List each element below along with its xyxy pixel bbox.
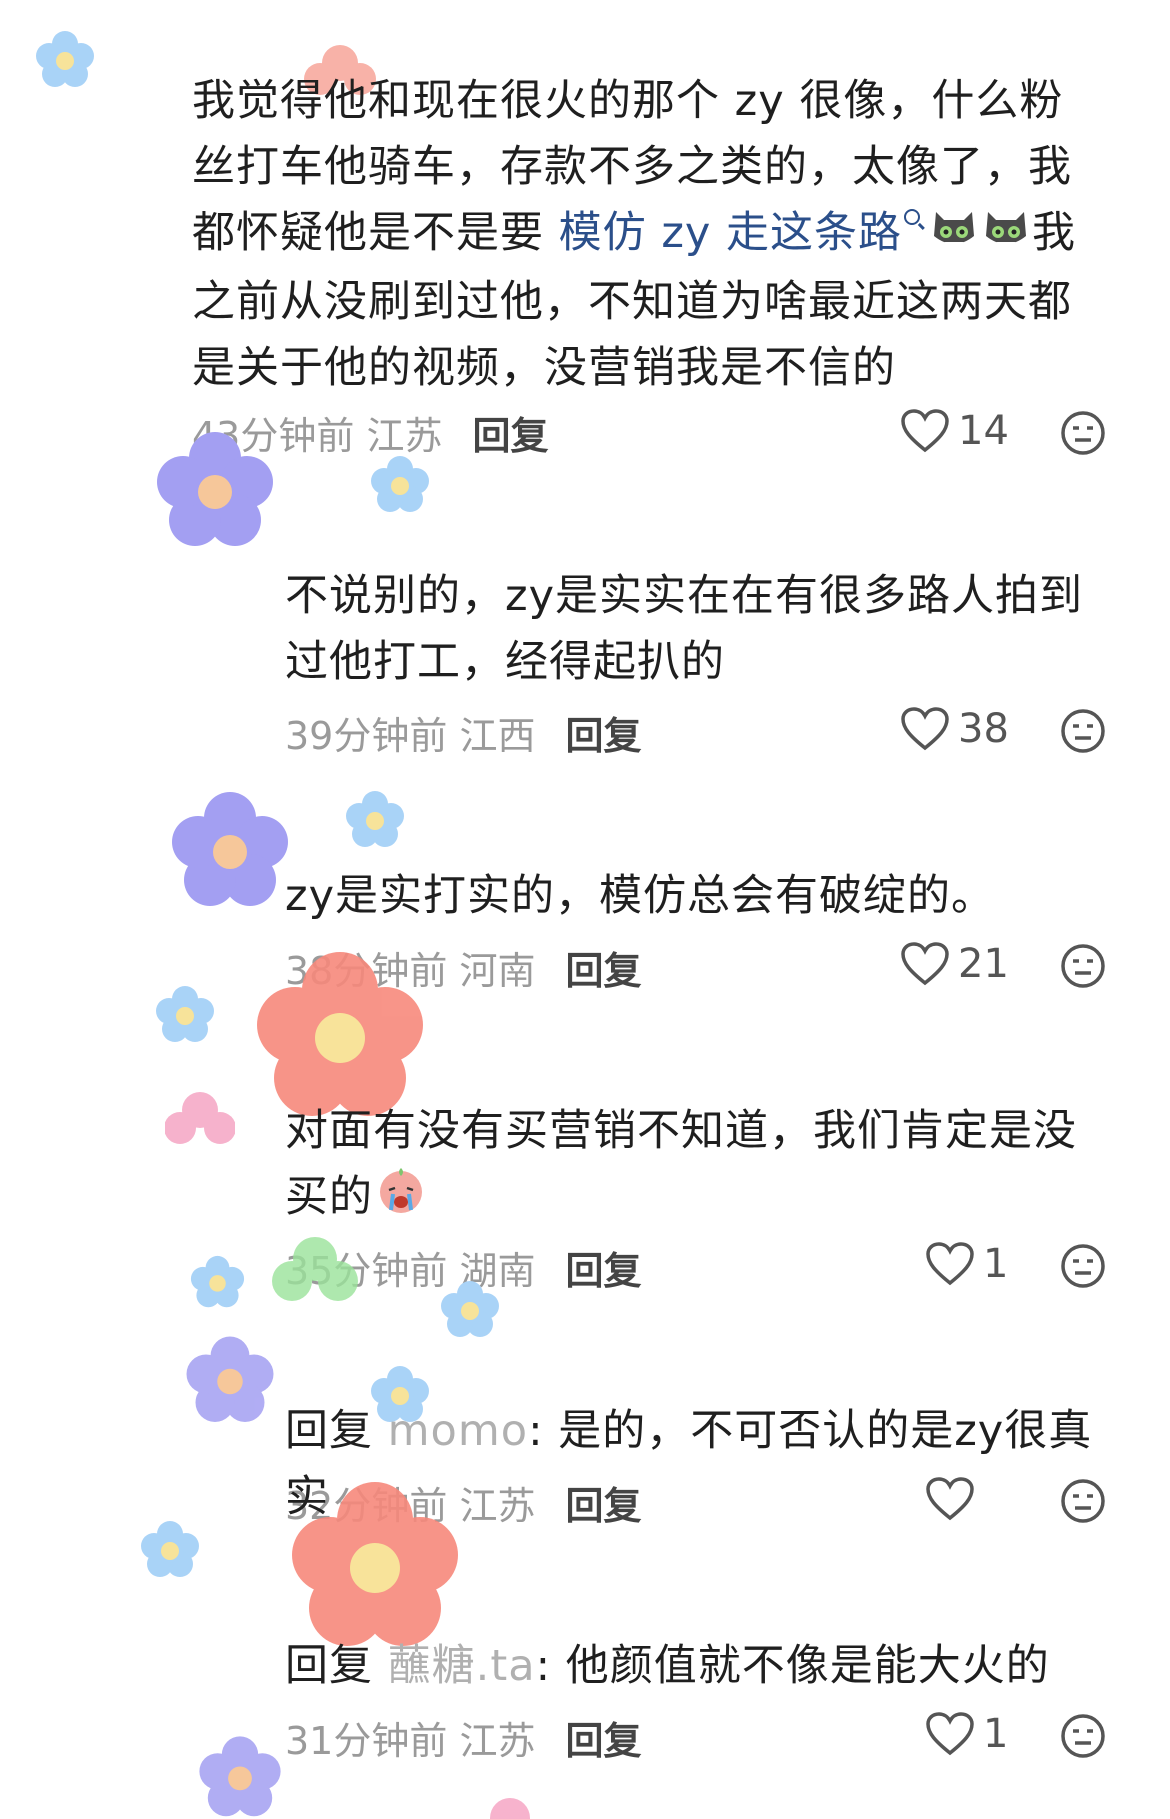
- dislike-face-icon[interactable]: [1060, 1243, 1106, 1289]
- dislike-face-icon[interactable]: [1060, 410, 1106, 456]
- comment-meta: 43分钟前 江苏 回复: [192, 405, 548, 460]
- like-button[interactable]: 1: [925, 1711, 1008, 1757]
- like-button[interactable]: 1: [925, 1241, 1008, 1287]
- like-count: 1: [983, 1711, 1009, 1757]
- comment-item: 对面有没有买营销不知道，我们肯定是没买的: [285, 1098, 1105, 1235]
- flower-sticker-purple: [186, 1336, 274, 1422]
- flower-sticker-blue: [156, 986, 214, 1042]
- reply-button[interactable]: 回复: [565, 1240, 641, 1295]
- heart-icon: [926, 1242, 974, 1286]
- comment-text: zy是实打实的，模仿总会有破绽的。: [285, 871, 996, 921]
- comment-meta: 39分钟前 江西 回复: [285, 705, 641, 760]
- comment-item: zy是实打实的，模仿总会有破绽的。: [285, 863, 1105, 929]
- heart-icon: [901, 942, 949, 986]
- cat-face-emoji: [930, 203, 978, 269]
- like-count: 14: [958, 408, 1009, 454]
- flower-sticker-blue: [141, 1521, 199, 1577]
- flower-sticker-blue: [190, 1255, 245, 1308]
- reply-button[interactable]: 回复: [472, 405, 548, 460]
- flower-sticker-purple: [172, 792, 288, 906]
- comment-meta: 35分钟前 湖南 回复: [285, 1240, 641, 1295]
- heart-icon: [901, 409, 949, 453]
- comment-time: 38分钟前: [285, 949, 448, 993]
- comment-text: 不说别的，zy是实实在在有很多路人拍到过他打工，经得起扒的: [285, 571, 1084, 687]
- comment-item: 我觉得他和现在很火的那个 zy 很像，什么粉丝打车他骑车，存款不多之类的，太像了…: [192, 68, 1102, 401]
- comment-text: 回复 momo: 是的，不可否认的是zy很真实: [285, 1406, 1093, 1522]
- comment-meta: 38分钟前 河南 回复: [285, 940, 641, 995]
- heart-icon: [901, 707, 949, 751]
- mention-username[interactable]: momo: [388, 1406, 528, 1456]
- like-button[interactable]: 21: [900, 941, 1009, 987]
- comment-time: 31分钟前: [285, 1719, 448, 1763]
- comment-location: 江苏: [459, 1719, 536, 1763]
- comment-text: 我觉得他和现在很火的那个 zy 很像，什么粉丝打车他骑车，存款不多之类的，太像了…: [192, 76, 1077, 393]
- reply-button[interactable]: 回复: [565, 940, 641, 995]
- comment-text: 对面有没有买营销不知道，我们肯定是没买的: [285, 1098, 1105, 1235]
- heart-icon: [926, 1712, 974, 1756]
- comment-location: 湖南: [459, 1249, 536, 1293]
- crying-face-emoji: [375, 1164, 427, 1235]
- search-link[interactable]: 模仿 zy 走这条路: [559, 208, 902, 258]
- dislike-face-icon[interactable]: [1060, 708, 1106, 754]
- mention-username[interactable]: 蘸糖.ta: [388, 1641, 536, 1691]
- like-count: 21: [958, 941, 1009, 987]
- comment-item: 不说别的，zy是实实在在有很多路人拍到过他打工，经得起扒的: [285, 563, 1105, 695]
- comment-time: 39分钟前: [285, 714, 448, 758]
- reply-button[interactable]: 回复: [565, 705, 641, 760]
- comment-item: 回复 momo: 是的，不可否认的是zy很真实: [285, 1398, 1105, 1530]
- flower-sticker-blue: [371, 456, 429, 512]
- search-icon: [904, 209, 921, 225]
- dislike-face-icon[interactable]: [1060, 943, 1106, 989]
- comment-text: 回复 蘸糖.ta: 他颜值就不像是能大火的: [285, 1641, 1050, 1691]
- reply-prefix: 回复: [285, 1406, 388, 1456]
- comment-time: 35分钟前: [285, 1249, 448, 1293]
- flower-sticker-blue: [36, 31, 94, 87]
- reply-prefix: 回复: [285, 1641, 388, 1691]
- like-count: 38: [958, 706, 1009, 752]
- dislike-face-icon[interactable]: [1060, 1713, 1106, 1759]
- flower-sticker-purple: [199, 1736, 281, 1817]
- cat-face-emoji: [982, 203, 1030, 269]
- comment-location: 江西: [459, 714, 536, 758]
- comment-location: 江苏: [366, 414, 443, 458]
- comment-time: 43分钟前: [192, 414, 355, 458]
- flower-sticker-pink: [490, 1798, 530, 1819]
- comment-item: 回复 蘸糖.ta: 他颜值就不像是能大火的: [285, 1633, 1105, 1699]
- flower-sticker-pink: [165, 1092, 235, 1144]
- comment-meta: 31分钟前 江苏 回复: [285, 1710, 641, 1765]
- flower-sticker-blue: [346, 791, 404, 847]
- reply-button[interactable]: 回复: [565, 1710, 641, 1765]
- like-button[interactable]: 38: [900, 706, 1009, 752]
- comment-location: 河南: [459, 949, 536, 993]
- like-button[interactable]: 14: [900, 408, 1009, 454]
- like-count: 1: [983, 1241, 1009, 1287]
